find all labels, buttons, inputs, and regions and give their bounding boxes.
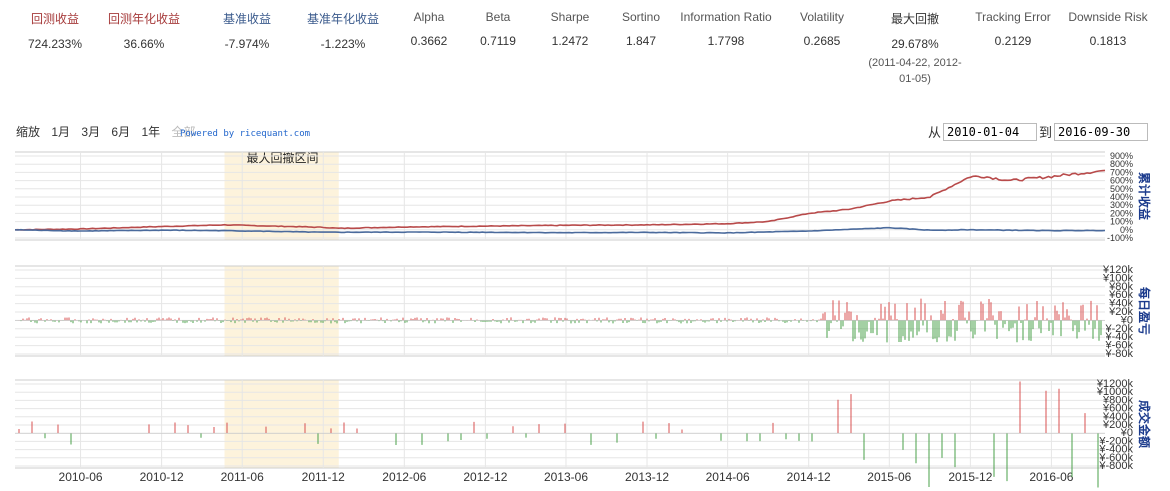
x-tick-label: 2011-06 (221, 470, 264, 484)
drawdown-band (224, 266, 339, 356)
y-tick-label: ¥-80k (1104, 348, 1133, 360)
x-tick-label: 2014-12 (787, 470, 831, 484)
y-axis-title: 成交金额 (1137, 400, 1152, 448)
x-tick-label: 2016-06 (1029, 470, 1073, 484)
x-tick-label: 2013-12 (625, 470, 669, 484)
series-line-1 (14, 226, 1106, 234)
y-axis-title: 每日盈亏 (1137, 287, 1152, 335)
series-line-0 (14, 169, 1106, 231)
x-tick-label: 2012-06 (382, 470, 426, 484)
x-tick-label: 2015-06 (867, 470, 911, 484)
x-tick-label: 2015-12 (948, 470, 992, 484)
x-tick-label: 2012-12 (463, 470, 507, 484)
x-tick-label: 2010-06 (59, 470, 103, 484)
x-tick-label: 2013-06 (544, 470, 588, 484)
backtest-charts[interactable]: 最大回撤区间2010-06 2010-12 2011-06 2011-12 2012-0… (0, 0, 1170, 491)
y-tick-label: -100% (1107, 233, 1133, 243)
y-axis-title: 累计收益 (1137, 172, 1152, 220)
x-tick-label: 2010-12 (140, 470, 184, 484)
y-tick-label: ¥-800k (1098, 460, 1133, 472)
x-tick-label: 2014-06 (706, 470, 750, 484)
drawdown-band (224, 380, 339, 468)
x-tick-label: 2011-12 (302, 470, 345, 484)
